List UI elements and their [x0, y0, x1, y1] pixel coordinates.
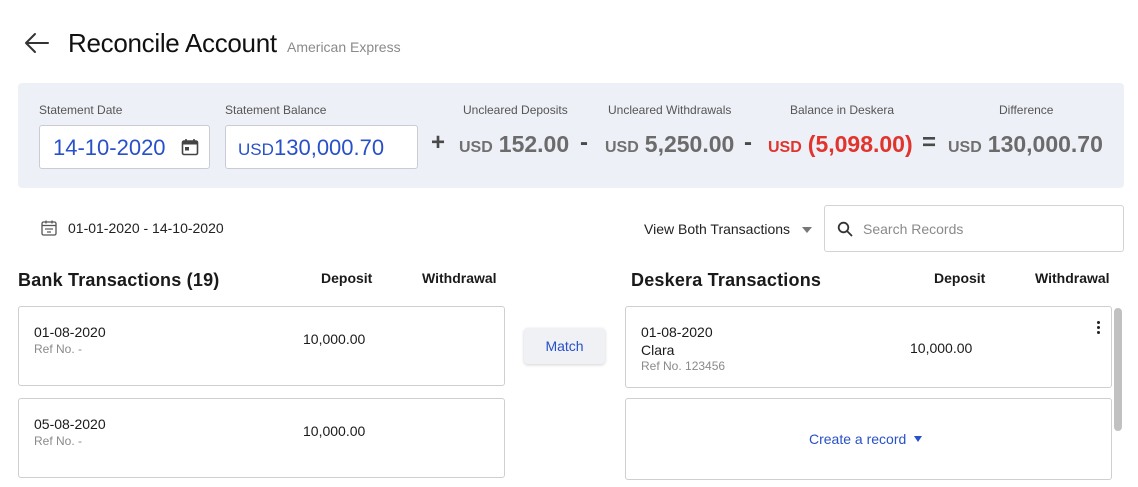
statement-balance-field[interactable]: USD 130,000.70: [225, 125, 418, 169]
bank-withdrawal-header: Withdrawal: [422, 270, 497, 286]
scrollbar[interactable]: [1114, 308, 1122, 431]
equals-operator: =: [922, 129, 937, 156]
statement-date-label: Statement Date: [39, 103, 123, 117]
caret-down-icon: [802, 226, 813, 233]
deskera-transaction-card[interactable]: 01-08-2020 Clara Ref No. 123456 10,000.0…: [625, 306, 1112, 388]
create-record-label: Create a record: [809, 431, 907, 447]
reconcile-summary-panel: Statement Date 14-10-2020 Statement Bala…: [18, 83, 1124, 188]
statement-balance-label: Statement Balance: [225, 103, 327, 117]
transaction-deposit: 10,000.00: [303, 331, 366, 347]
account-name: American Express: [287, 39, 401, 55]
difference-label: Difference: [999, 103, 1054, 117]
match-button[interactable]: Match: [524, 328, 605, 364]
arrow-left-icon: [25, 33, 49, 53]
bank-transaction-card[interactable]: 01-08-2020 Ref No. - 10,000.00: [18, 306, 505, 386]
balance-deskera-amount: USD (5,098.00): [768, 131, 913, 157]
bank-transactions-title: Bank Transactions (19): [18, 270, 220, 290]
difference-amount: USD 130,000.70: [948, 131, 1103, 157]
date-range-filter[interactable]: 01-01-2020 - 14-10-2020: [40, 219, 224, 237]
transaction-ref: Ref No. 123456: [641, 359, 726, 373]
transaction-deposit: 10,000.00: [303, 423, 366, 439]
transaction-ref: Ref No. -: [34, 342, 83, 356]
uncleared-deposits-label: Uncleared Deposits: [463, 103, 568, 117]
back-button[interactable]: [22, 28, 52, 58]
bank-transaction-card[interactable]: 05-08-2020 Ref No. - 10,000.00: [18, 398, 505, 478]
view-transactions-select[interactable]: View Both Transactions: [644, 221, 813, 237]
kebab-icon[interactable]: [1093, 321, 1103, 337]
search-icon: [837, 221, 853, 237]
uncleared-withdrawals-amount: USD 5,250.00: [605, 131, 735, 157]
transaction-deposit: 10,000.00: [910, 340, 973, 356]
plus-operator: +: [431, 129, 446, 156]
view-select-label: View Both Transactions: [644, 221, 791, 237]
transaction-date: 05-08-2020: [34, 416, 106, 432]
calendar-filter-icon: [41, 220, 57, 236]
search-input[interactable]: [863, 218, 1113, 240]
deskera-deposit-header: Deposit: [934, 270, 986, 286]
bank-deposit-header: Deposit: [321, 270, 373, 286]
transaction-ref: Ref No. -: [34, 434, 83, 448]
page-title: Reconcile Account: [68, 28, 277, 58]
statement-date-field[interactable]: 14-10-2020: [39, 125, 210, 169]
uncleared-withdrawals-label: Uncleared Withdrawals: [608, 103, 732, 117]
deskera-withdrawal-header: Withdrawal: [1035, 270, 1110, 286]
statement-balance-currency: USD: [238, 140, 274, 159]
minus-operator: -: [580, 129, 588, 156]
search-box[interactable]: [824, 205, 1124, 252]
uncleared-deposits-amount: USD 152.00: [459, 131, 570, 157]
calendar-icon[interactable]: [180, 137, 200, 157]
transaction-date: 01-08-2020: [641, 324, 713, 340]
deskera-transactions-title: Deskera Transactions: [631, 270, 822, 290]
caret-down-icon: [914, 436, 923, 442]
minus-operator: -: [744, 129, 752, 156]
statement-date-value[interactable]: 14-10-2020: [53, 135, 166, 161]
balance-deskera-label: Balance in Deskera: [790, 103, 895, 117]
statement-balance-input[interactable]: 130,000.70: [274, 135, 384, 161]
create-record-button[interactable]: Create a record: [809, 431, 923, 447]
transaction-date: 01-08-2020: [34, 324, 106, 340]
date-range-text[interactable]: 01-01-2020 - 14-10-2020: [68, 220, 224, 236]
transaction-contact: Clara: [641, 342, 675, 358]
